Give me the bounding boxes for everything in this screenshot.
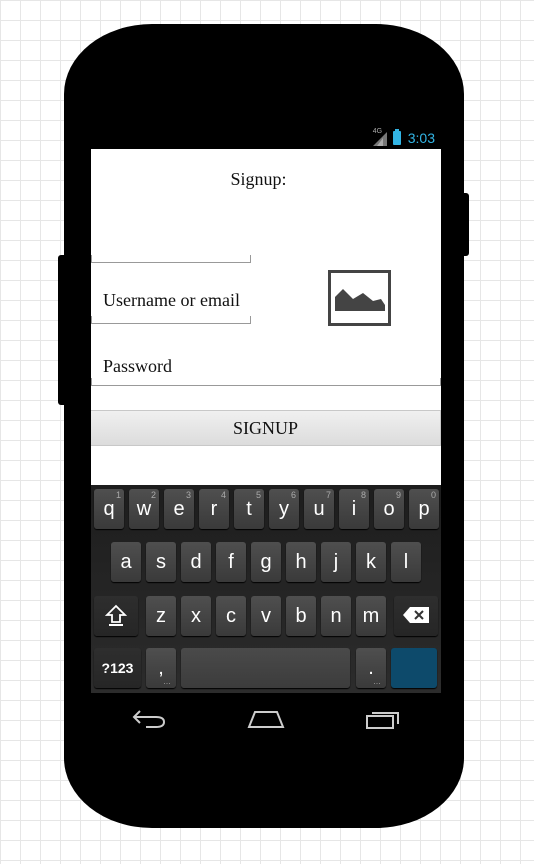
key-w[interactable]: w2 bbox=[129, 489, 159, 529]
key-hint: 4 bbox=[220, 490, 226, 500]
key-label: p bbox=[418, 497, 430, 520]
key-b[interactable]: b bbox=[286, 596, 316, 636]
key-hint: 0 bbox=[430, 490, 436, 500]
shift-key[interactable] bbox=[94, 596, 138, 636]
status-bar: 4G 3:03 bbox=[91, 126, 441, 149]
symbols-key-label: ?123 bbox=[101, 660, 134, 676]
password-field[interactable] bbox=[91, 378, 441, 386]
key-z[interactable]: z bbox=[146, 596, 176, 636]
comma-key[interactable]: , … bbox=[146, 648, 176, 688]
key-s[interactable]: s bbox=[146, 542, 176, 582]
key-label: v bbox=[261, 604, 271, 627]
key-label: y bbox=[279, 497, 289, 520]
key-label: q bbox=[103, 497, 115, 520]
key-label: u bbox=[313, 497, 325, 520]
key-label: g bbox=[260, 550, 272, 573]
key-label: r bbox=[210, 497, 218, 520]
signal-icon: 4G bbox=[372, 127, 387, 146]
key-x[interactable]: x bbox=[181, 596, 211, 636]
key-label: c bbox=[226, 604, 236, 627]
key-label: l bbox=[403, 550, 409, 573]
key-hint: 7 bbox=[325, 490, 331, 500]
key-i[interactable]: i8 bbox=[339, 489, 369, 529]
status-time: 3:03 bbox=[407, 129, 435, 146]
space-key[interactable] bbox=[181, 648, 350, 688]
key-label: a bbox=[120, 550, 132, 573]
key-label: s bbox=[156, 550, 166, 573]
key-q[interactable]: q1 bbox=[94, 489, 124, 529]
key-p[interactable]: p0 bbox=[409, 489, 439, 529]
key-k[interactable]: k bbox=[356, 542, 386, 582]
backspace-icon bbox=[403, 606, 429, 626]
key-c[interactable]: c bbox=[216, 596, 246, 636]
symbols-key[interactable]: ?123 bbox=[94, 648, 141, 688]
key-e[interactable]: e3 bbox=[164, 489, 194, 529]
key-label: f bbox=[228, 550, 234, 573]
key-r[interactable]: r4 bbox=[199, 489, 229, 529]
key-u[interactable]: u7 bbox=[304, 489, 334, 529]
network-type: 4G bbox=[372, 127, 383, 135]
signup-button[interactable]: SIGNUP bbox=[91, 410, 441, 446]
key-d[interactable]: d bbox=[181, 542, 211, 582]
key-j[interactable]: j bbox=[321, 542, 351, 582]
home-icon[interactable] bbox=[247, 709, 285, 734]
key-t[interactable]: t5 bbox=[234, 489, 264, 529]
key-hint: 9 bbox=[395, 490, 401, 500]
key-label: b bbox=[295, 604, 307, 627]
image-placeholder-icon bbox=[328, 270, 391, 326]
key-v[interactable]: v bbox=[251, 596, 281, 636]
key-hint: 2 bbox=[150, 490, 156, 500]
key-label: x bbox=[191, 604, 201, 627]
key-label: j bbox=[333, 550, 339, 573]
key-label: n bbox=[330, 604, 342, 627]
key-label: t bbox=[246, 497, 252, 520]
key-label: i bbox=[351, 497, 357, 520]
key-h[interactable]: h bbox=[286, 542, 316, 582]
key-y[interactable]: y6 bbox=[269, 489, 299, 529]
password-label: Password bbox=[103, 356, 173, 376]
page-title: Signup: bbox=[230, 169, 287, 189]
key-label: w bbox=[136, 497, 152, 520]
key-hint: 8 bbox=[360, 490, 366, 500]
key-label: h bbox=[295, 550, 307, 573]
key-g[interactable]: g bbox=[251, 542, 281, 582]
key-n[interactable]: n bbox=[321, 596, 351, 636]
key-o[interactable]: o9 bbox=[374, 489, 404, 529]
period-key[interactable]: . … bbox=[356, 648, 386, 688]
key-l[interactable]: l bbox=[391, 542, 421, 582]
key-m[interactable]: m bbox=[356, 596, 386, 636]
app-screen: Signup: Username or email Password SIGNU… bbox=[91, 149, 441, 485]
navigation-bar bbox=[91, 693, 441, 749]
text-field-underline[interactable] bbox=[91, 255, 251, 263]
key-label: z bbox=[156, 604, 166, 627]
key-hint: 1 bbox=[115, 490, 121, 500]
key-hint: 3 bbox=[185, 490, 191, 500]
key-a[interactable]: a bbox=[111, 542, 141, 582]
key-label: o bbox=[383, 497, 395, 520]
key-hint: 6 bbox=[290, 490, 296, 500]
back-icon[interactable] bbox=[132, 709, 166, 734]
shift-icon bbox=[104, 604, 128, 629]
key-f[interactable]: f bbox=[216, 542, 246, 582]
recents-icon[interactable] bbox=[366, 709, 400, 734]
key-label: e bbox=[173, 497, 185, 520]
key-label: m bbox=[362, 604, 380, 627]
key-label: k bbox=[366, 550, 376, 573]
username-label: Username or email bbox=[103, 290, 240, 310]
enter-key[interactable] bbox=[391, 648, 437, 688]
soft-keyboard: ?123 , … . … q1w2e3r4t5y6u7i8o9p0asdfghj… bbox=[91, 485, 441, 693]
username-field[interactable] bbox=[91, 316, 251, 324]
key-label: d bbox=[190, 550, 202, 573]
battery-icon bbox=[392, 128, 401, 145]
key-hint: 5 bbox=[255, 490, 261, 500]
backspace-key[interactable] bbox=[394, 596, 438, 636]
